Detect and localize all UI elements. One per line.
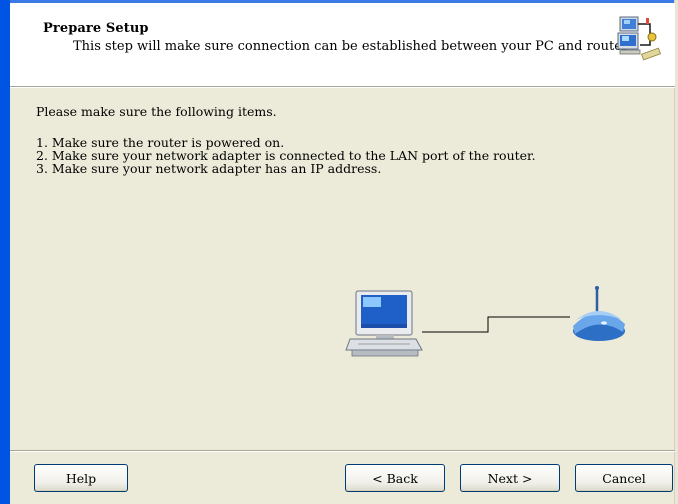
checklist: 1. Make sure the router is powered on. 2… <box>36 136 536 175</box>
cancel-button[interactable]: Cancel <box>575 464 673 492</box>
next-button[interactable]: Next > <box>460 464 560 492</box>
window-left-border <box>0 0 10 504</box>
help-button[interactable]: Help <box>34 464 128 492</box>
computer-icon <box>345 290 423 357</box>
network-setup-icon <box>616 15 662 61</box>
wizard-header: Prepare Setup This step will make sure c… <box>10 3 675 86</box>
checklist-item: 3. Make sure your network adapter has an… <box>36 161 382 176</box>
header-subtitle: This step will make sure connection can … <box>73 39 629 54</box>
wizard-content: Please make sure the following items. 1.… <box>10 88 675 448</box>
intro-text: Please make sure the following items. <box>36 104 277 119</box>
back-button[interactable]: < Back <box>345 464 445 492</box>
router-icon <box>573 286 625 341</box>
footer-divider-highlight <box>10 451 675 452</box>
network-cable <box>422 316 570 333</box>
header-title: Prepare Setup <box>43 21 149 36</box>
